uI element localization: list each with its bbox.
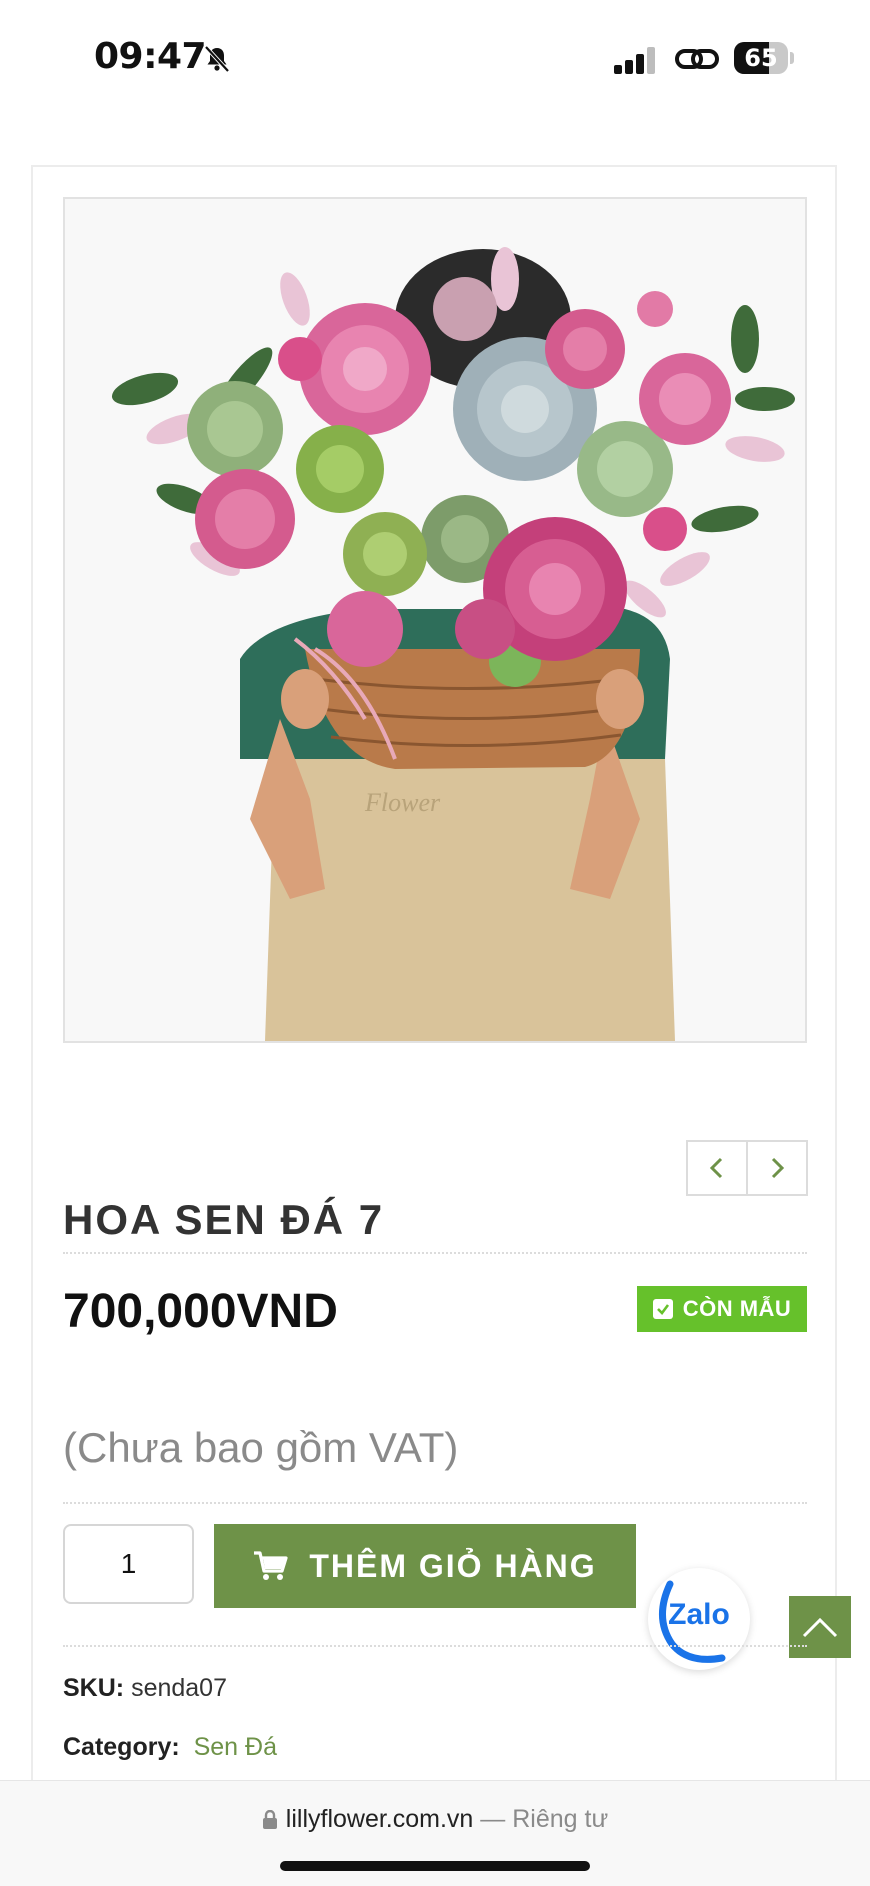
checkbox-icon: [652, 1299, 673, 1319]
chevron-up-icon: [802, 1617, 838, 1638]
stock-badge: CÒN MẪU: [637, 1286, 807, 1332]
sku-value: senda07: [131, 1674, 227, 1702]
image-nav: [686, 1140, 808, 1196]
signal-icon: [614, 46, 658, 74]
add-to-cart-button[interactable]: THÊM GIỎ HÀNG: [214, 1524, 636, 1608]
chevron-left-icon: [709, 1157, 723, 1179]
product-price: 700,000VND: [63, 1285, 338, 1338]
browser-address-bar[interactable]: lillyflower.com.vn — Riêng tư: [0, 1780, 870, 1886]
add-to-cart-label: THÊM GIỎ HÀNG: [309, 1547, 597, 1584]
category-row: Category: Sen Đá: [63, 1733, 277, 1762]
home-indicator[interactable]: [280, 1861, 590, 1871]
scroll-to-top-button[interactable]: [789, 1596, 851, 1658]
sku-row: SKU: senda07: [63, 1674, 227, 1703]
category-label: Category:: [63, 1733, 180, 1761]
zalo-label: Zalo: [668, 1598, 730, 1631]
cart-icon: [254, 1551, 288, 1580]
divider: [63, 1645, 807, 1647]
prev-button[interactable]: [688, 1142, 748, 1194]
chevron-right-icon: [771, 1157, 785, 1179]
vat-note: (Chưa bao gồm VAT): [63, 1424, 459, 1471]
divider: [63, 1252, 807, 1254]
divider: [63, 1502, 807, 1504]
lock-icon: [262, 1810, 277, 1829]
product-photo: Flower: [65, 199, 805, 1041]
sku-label: SKU:: [63, 1674, 125, 1702]
status-bar: 09:47 65: [0, 0, 870, 120]
product-image[interactable]: Flower: [63, 197, 807, 1043]
battery-level: 65: [744, 44, 778, 72]
url-separator: —: [480, 1805, 506, 1833]
next-button[interactable]: [748, 1142, 806, 1194]
privacy-label: Riêng tư: [512, 1805, 609, 1833]
zalo-chat-button[interactable]: Zalo: [648, 1568, 750, 1670]
product-title: HOA SEN ĐÁ 7: [63, 1196, 385, 1243]
url-display[interactable]: lillyflower.com.vn — Riêng tư: [0, 1805, 870, 1834]
url-domain: lillyflower.com.vn: [285, 1805, 474, 1833]
quantity-input[interactable]: [63, 1524, 194, 1604]
bell-slash-icon: [204, 45, 230, 73]
battery-icon: 65: [734, 42, 794, 74]
link-icon: [675, 49, 719, 69]
category-link[interactable]: Sen Đá: [194, 1733, 277, 1761]
status-time: 09:47: [94, 36, 207, 77]
apron-logo: Flower: [364, 788, 441, 817]
stock-badge-label: CÒN MẪU: [682, 1296, 792, 1321]
